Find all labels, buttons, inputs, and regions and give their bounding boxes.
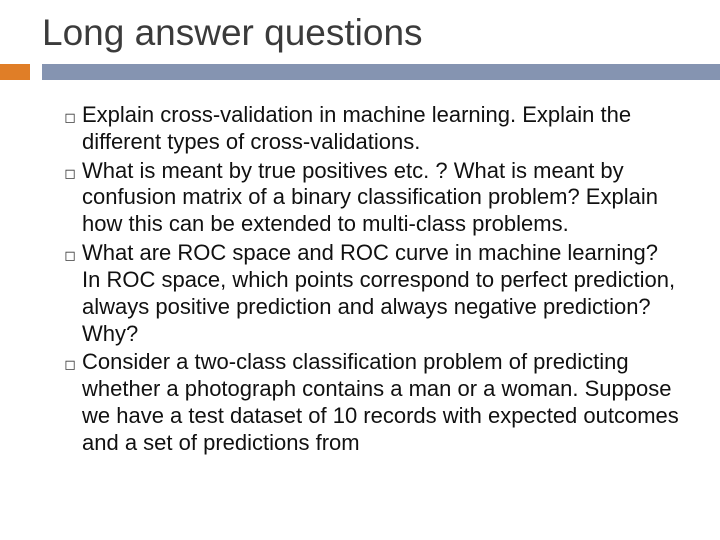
list-item-text: What is meant by true positives etc. ? W… — [82, 158, 680, 238]
divider — [0, 64, 720, 80]
list-item: ◻ Consider a two-class classification pr… — [58, 349, 680, 456]
list-item: ◻ What are ROC space and ROC curve in ma… — [58, 240, 680, 347]
content-body: ◻ Explain cross-validation in machine le… — [0, 80, 720, 457]
list-item-text: What are ROC space and ROC curve in mach… — [82, 240, 680, 347]
list-item-text: Explain cross-validation in machine lear… — [82, 102, 680, 156]
list-item-text: Consider a two-class classification prob… — [82, 349, 680, 456]
slide: Long answer questions ◻ Explain cross-va… — [0, 0, 720, 540]
list-item: ◻ Explain cross-validation in machine le… — [58, 102, 680, 156]
divider-gap — [30, 64, 42, 80]
bullet-icon: ◻ — [58, 158, 82, 187]
bullet-icon: ◻ — [58, 349, 82, 378]
bullet-icon: ◻ — [58, 102, 82, 131]
list-item: ◻ What is meant by true positives etc. ?… — [58, 158, 680, 238]
bullet-icon: ◻ — [58, 240, 82, 269]
divider-main — [42, 64, 720, 80]
page-title: Long answer questions — [0, 0, 720, 64]
divider-accent — [0, 64, 30, 80]
